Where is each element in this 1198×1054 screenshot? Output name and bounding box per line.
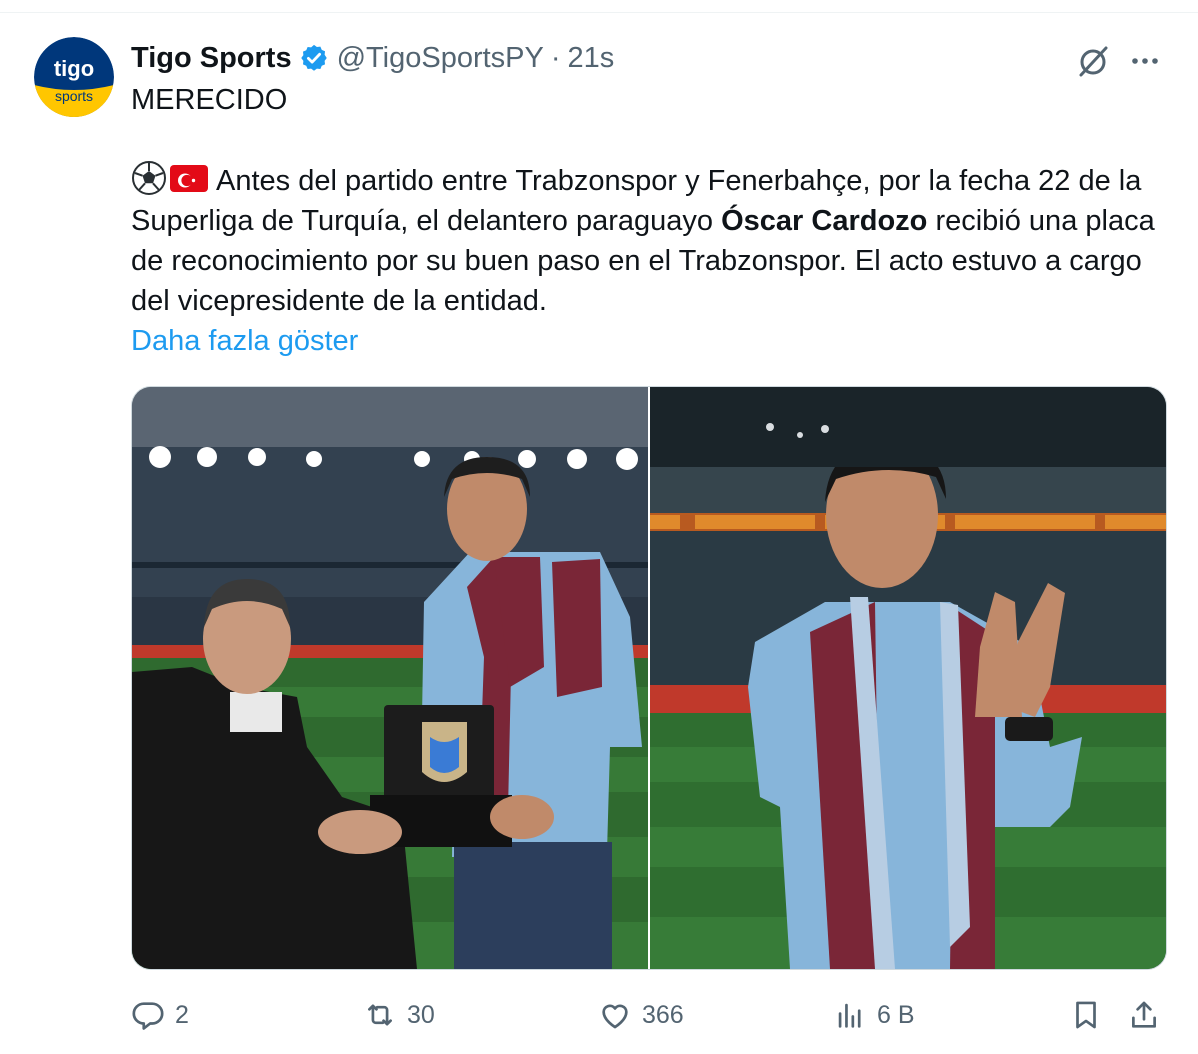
reply-button[interactable]: 2 [131, 990, 189, 1040]
tweet-text: MERECIDO Antes del partido entre Trabzon… [131, 80, 1176, 361]
show-more-link[interactable]: Daha fazla göster [131, 321, 1176, 361]
retweet-button[interactable]: 30 [363, 990, 435, 1040]
more-options-icon[interactable] [1125, 41, 1165, 81]
body-text-bold-name: Óscar Cardozo [721, 205, 928, 237]
views-button[interactable]: 6 B [833, 990, 915, 1040]
media-gallery [131, 386, 1167, 970]
like-count: 366 [642, 1000, 684, 1029]
retweet-icon [368, 1004, 392, 1026]
share-icon [1132, 1001, 1156, 1028]
share-button[interactable] [1127, 990, 1171, 1040]
action-bar: 2 30 366 6 B [0, 990, 1198, 1040]
retweet-count: 30 [407, 1000, 435, 1029]
reply-icon [132, 1002, 164, 1030]
reply-count: 2 [175, 1000, 189, 1029]
avatar-logo-text: tigo [54, 56, 94, 81]
tweet-header: Tigo Sports @TigoSportsPY · 21s [131, 38, 614, 78]
photo-award-ceremony[interactable] [132, 387, 648, 969]
author-handle[interactable]: @TigoSportsPY [337, 42, 544, 75]
profile-avatar[interactable]: tigo sports [34, 37, 114, 117]
previous-post-border [0, 0, 1198, 13]
grok-icon[interactable] [1073, 41, 1113, 81]
like-icon [602, 1004, 628, 1029]
author-name[interactable]: Tigo Sports [131, 42, 292, 75]
turkey-flag-emoji [170, 164, 208, 192]
views-icon [838, 1003, 861, 1028]
verified-badge-icon[interactable] [299, 43, 329, 73]
bookmark-button[interactable] [1069, 990, 1113, 1040]
avatar-sub-text: sports [55, 88, 93, 104]
tweet-body: Antes del partido entre Trabzonspor y Fe… [131, 160, 1176, 321]
post-timestamp[interactable]: 21s [568, 42, 615, 75]
view-count: 6 B [877, 1000, 915, 1029]
photo-player-applauding[interactable] [650, 387, 1166, 969]
like-button[interactable]: 366 [598, 990, 684, 1040]
tweet-headline: MERECIDO [131, 84, 288, 116]
header-separator: · [550, 41, 561, 74]
soccer-ball-emoji [132, 161, 166, 195]
bookmark-icon [1076, 1001, 1096, 1029]
